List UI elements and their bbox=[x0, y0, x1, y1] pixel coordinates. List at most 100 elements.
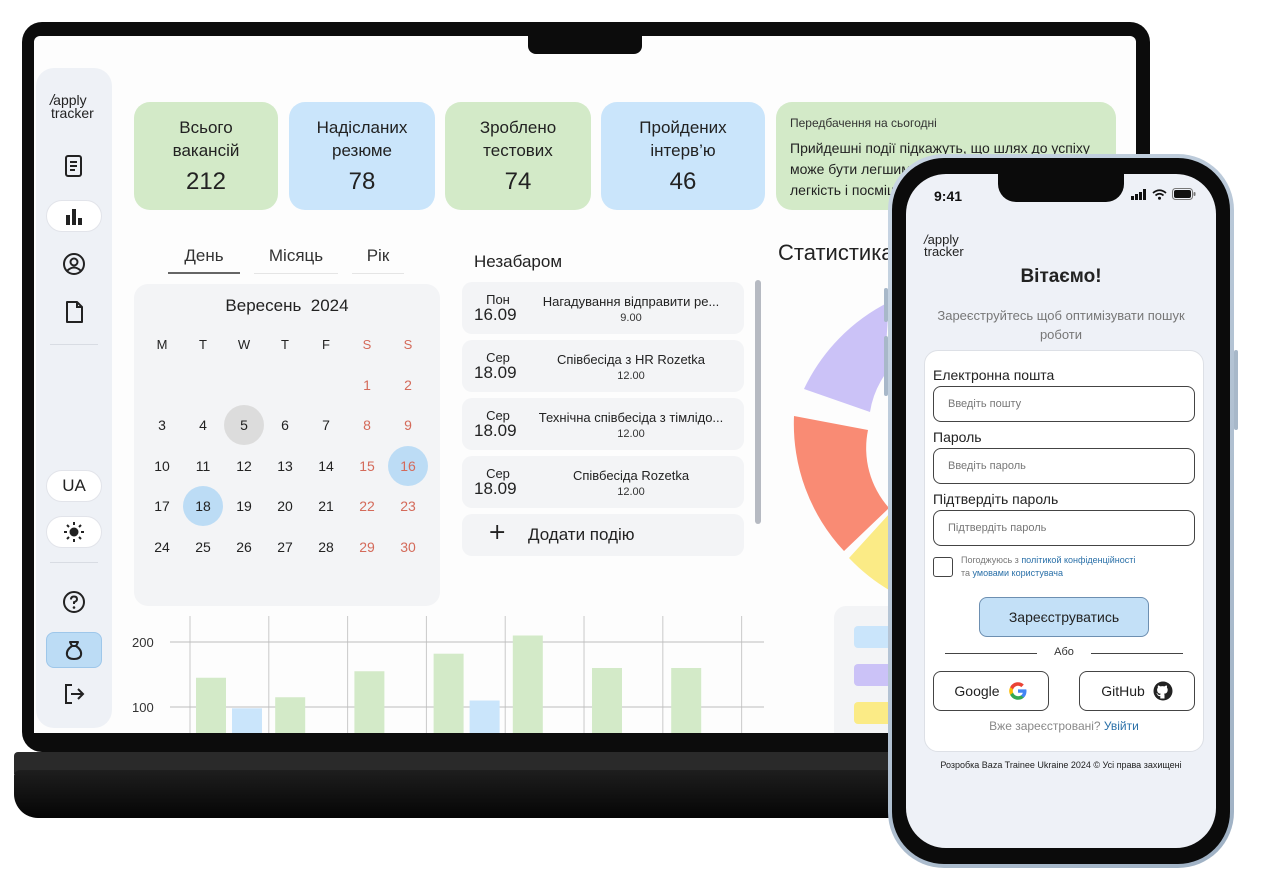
stat-value: 46 bbox=[669, 168, 697, 195]
calendar-day[interactable]: 20 bbox=[265, 486, 305, 526]
money-bag-icon[interactable] bbox=[46, 632, 102, 668]
calendar-day[interactable]: 22 bbox=[347, 486, 387, 526]
bar bbox=[275, 697, 306, 733]
laptop-camera-notch bbox=[528, 36, 642, 54]
add-event-button[interactable]: + Додати подію bbox=[462, 514, 744, 556]
password-label: Пароль bbox=[933, 429, 982, 445]
calendar-day[interactable]: 29 bbox=[347, 527, 387, 567]
login-prompt: Вже зареєстровані? Увійти bbox=[989, 719, 1139, 733]
event-item[interactable]: Сер 18.09 Співбесіда Rozetka 12.00 bbox=[462, 456, 744, 508]
calendar-day[interactable]: 19 bbox=[224, 486, 264, 526]
calendar-day[interactable]: 12 bbox=[224, 446, 264, 486]
terms-text: Погоджуюсь з політикой конфіденційності … bbox=[961, 555, 1136, 578]
user-circle-icon[interactable] bbox=[46, 248, 102, 280]
calendar-day[interactable]: 11 bbox=[183, 446, 223, 486]
stat-card-resumes[interactable]: Надісланих резюме 78 bbox=[289, 102, 435, 210]
file-icon[interactable] bbox=[46, 296, 102, 328]
app-logo[interactable]: /apply tracker bbox=[50, 93, 94, 120]
calendar-day[interactable]: 1 bbox=[347, 365, 387, 405]
calendar-day[interactable]: 2 bbox=[388, 365, 428, 405]
y-tick-label: 200 bbox=[132, 635, 154, 650]
terms-checkbox[interactable] bbox=[933, 557, 953, 577]
phone-side-button bbox=[1234, 350, 1238, 430]
stat-card-interviews[interactable]: Пройдених інтерв’ю 46 bbox=[601, 102, 765, 210]
weekday-header: W bbox=[237, 336, 251, 352]
calendar-day[interactable]: 21 bbox=[306, 486, 346, 526]
calendar-day[interactable]: 23 bbox=[388, 486, 428, 526]
calendar-day[interactable]: 28 bbox=[306, 527, 346, 567]
signal-icon bbox=[1131, 188, 1146, 200]
app-logo[interactable]: /apply tracker bbox=[924, 233, 964, 258]
upcoming-title: Незабаром bbox=[474, 252, 563, 271]
calendar-day[interactable]: 8 bbox=[347, 405, 387, 445]
stat-card-vacancies[interactable]: Всього вакансій 212 bbox=[134, 102, 278, 210]
calendar-day[interactable]: 3 bbox=[142, 405, 182, 445]
google-icon bbox=[1008, 682, 1027, 700]
or-label: Або bbox=[1054, 646, 1074, 658]
privacy-policy-link[interactable]: політикой конфіденційності bbox=[1021, 555, 1135, 565]
language-switch[interactable]: UA bbox=[46, 470, 102, 502]
bar bbox=[232, 708, 262, 733]
calendar-day[interactable]: 15 bbox=[347, 446, 387, 486]
bar bbox=[196, 677, 226, 733]
calendar-day[interactable]: 5 bbox=[224, 405, 264, 445]
calendar-day[interactable]: 27 bbox=[265, 527, 305, 567]
google-signin-button[interactable]: Google bbox=[933, 671, 1049, 711]
github-icon bbox=[1153, 681, 1173, 701]
sun-icon[interactable] bbox=[46, 516, 102, 548]
github-signin-button[interactable]: GitHub bbox=[1079, 671, 1195, 711]
calendar-day[interactable]: 13 bbox=[265, 446, 305, 486]
stat-card-tests[interactable]: Зроблено тестових 74 bbox=[445, 102, 591, 210]
stat-value: 74 bbox=[504, 168, 532, 195]
tab-day[interactable]: День bbox=[168, 246, 240, 274]
tab-year[interactable]: Рік bbox=[352, 246, 404, 274]
statistics-title: Статистика bbox=[778, 240, 894, 265]
event-item[interactable]: Сер 18.09 Співбесіда з HR Rozetka 12.00 bbox=[462, 340, 744, 392]
calendar-day[interactable]: 14 bbox=[306, 446, 346, 486]
battery-icon bbox=[1172, 188, 1196, 200]
calendar-day[interactable]: 30 bbox=[388, 527, 428, 567]
bar bbox=[512, 635, 543, 733]
phone-bezel: 9:41 /apply tracker Вітаємо! Зареєструйт… bbox=[892, 158, 1230, 864]
signup-screen: 9:41 /apply tracker Вітаємо! Зареєструйт… bbox=[906, 174, 1216, 848]
login-link[interactable]: Увійти bbox=[1104, 719, 1139, 733]
logout-icon[interactable] bbox=[46, 678, 102, 710]
user-terms-link[interactable]: умовами користувача bbox=[973, 568, 1063, 578]
footer-text: Розробка Baza Trainee Ukraine 2024 © Усі… bbox=[940, 760, 1182, 770]
calendar-day[interactable]: 17 bbox=[142, 486, 182, 526]
bar-chart: 200 100 bbox=[132, 616, 764, 733]
calendar-day[interactable]: 10 bbox=[142, 446, 182, 486]
calendar-day[interactable]: 7 bbox=[306, 405, 346, 445]
weekday-header: F bbox=[322, 336, 330, 352]
password-field[interactable] bbox=[933, 448, 1195, 484]
confirm-password-label: Підтвердіть пароль bbox=[933, 491, 1059, 507]
welcome-title: Вітаємо! bbox=[1020, 266, 1102, 287]
upcoming-scrollbar[interactable] bbox=[755, 280, 761, 524]
help-circle-icon[interactable] bbox=[46, 586, 102, 618]
sidebar-divider bbox=[50, 562, 98, 563]
event-item[interactable]: Пон 16.09 Нагадування відправити ре... 9… bbox=[462, 282, 744, 334]
welcome-subtitle: Зареєструйтесь щоб оптимізувати пошук ро… bbox=[937, 308, 1185, 342]
calendar-day[interactable]: 9 bbox=[388, 405, 428, 445]
bar bbox=[592, 668, 622, 733]
calendar-day[interactable]: 26 bbox=[224, 527, 264, 567]
calendar-day[interactable]: 24 bbox=[142, 527, 182, 567]
tab-month[interactable]: Місяць bbox=[254, 246, 338, 274]
bar-chart-icon[interactable] bbox=[46, 200, 102, 232]
weekday-header: T bbox=[199, 336, 207, 352]
confirm-password-field[interactable] bbox=[933, 510, 1195, 546]
calendar-day[interactable]: 6 bbox=[265, 405, 305, 445]
document-list-icon[interactable] bbox=[46, 150, 102, 182]
register-button[interactable]: Зареєструватись bbox=[979, 597, 1149, 637]
calendar-day[interactable]: 18 bbox=[183, 486, 223, 526]
calendar-day[interactable]: 4 bbox=[183, 405, 223, 445]
email-field[interactable] bbox=[933, 386, 1195, 422]
status-time: 9:41 bbox=[934, 188, 963, 204]
calendar-day[interactable]: 16 bbox=[388, 445, 428, 486]
signup-form: Електронна пошта Пароль Підтвердіть паро… bbox=[924, 350, 1204, 752]
sidebar: /apply tracker UA bbox=[36, 68, 112, 728]
bar bbox=[433, 653, 464, 733]
sidebar-divider bbox=[50, 344, 98, 345]
event-item[interactable]: Сер 18.09 Технічна співбесіда з тімлідо.… bbox=[462, 398, 744, 450]
calendar-day[interactable]: 25 bbox=[183, 527, 223, 567]
